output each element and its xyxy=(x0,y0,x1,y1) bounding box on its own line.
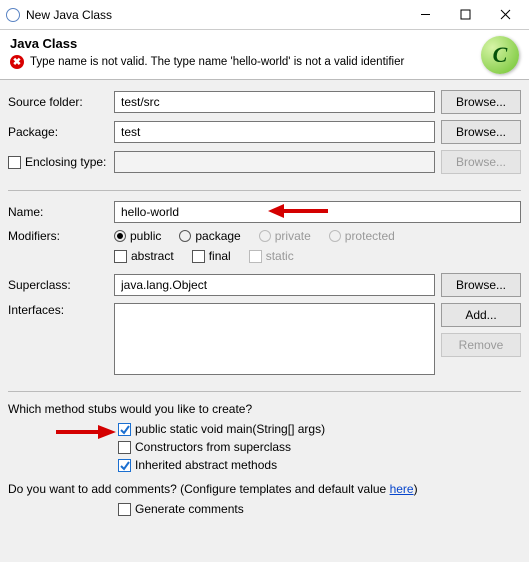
maximize-button[interactable] xyxy=(445,1,485,29)
interfaces-label: Interfaces: xyxy=(8,303,108,317)
window-titlebar: New Java Class xyxy=(0,0,529,30)
error-icon: ✖ xyxy=(10,55,24,69)
app-icon xyxy=(6,8,20,22)
enclosing-type-input xyxy=(114,151,435,173)
package-input[interactable] xyxy=(114,121,435,143)
superclass-label: Superclass: xyxy=(8,278,108,292)
modifier-static-checkbox: static xyxy=(249,249,294,263)
enclosing-type-browse-button: Browse... xyxy=(441,150,521,174)
error-message: Type name is not valid. The type name 'h… xyxy=(30,56,404,68)
source-folder-browse-button[interactable]: Browse... xyxy=(441,90,521,114)
enclosing-type-label: Enclosing type: xyxy=(25,155,106,169)
dialog-heading: Java Class xyxy=(10,36,519,51)
source-folder-input[interactable] xyxy=(114,91,435,113)
stub-main-checkbox[interactable]: public static void main(String[] args) xyxy=(118,422,521,436)
package-label: Package: xyxy=(8,125,108,139)
stub-inherited-checkbox[interactable]: Inherited abstract methods xyxy=(118,458,521,472)
superclass-browse-button[interactable]: Browse... xyxy=(441,273,521,297)
package-browse-button[interactable]: Browse... xyxy=(441,120,521,144)
source-folder-label: Source folder: xyxy=(8,95,108,109)
modifier-abstract-checkbox[interactable]: abstract xyxy=(114,249,174,263)
enclosing-type-checkbox[interactable] xyxy=(8,156,21,169)
window-title: New Java Class xyxy=(26,8,405,22)
name-label: Name: xyxy=(8,205,108,219)
modifiers-label: Modifiers: xyxy=(8,229,108,243)
modifier-final-checkbox[interactable]: final xyxy=(192,249,231,263)
interfaces-remove-button: Remove xyxy=(441,333,521,357)
modifier-protected-radio: protected xyxy=(329,229,395,243)
dialog-header: Java Class ✖ Type name is not valid. The… xyxy=(0,30,529,80)
modifier-private-radio: private xyxy=(259,229,311,243)
class-badge-icon: C xyxy=(481,36,519,74)
generate-comments-checkbox[interactable]: Generate comments xyxy=(118,502,521,516)
annotation-arrow-icon xyxy=(56,423,116,441)
close-button[interactable] xyxy=(485,1,525,29)
minimize-button[interactable] xyxy=(405,1,445,29)
interfaces-listbox[interactable] xyxy=(114,303,435,375)
modifier-public-radio[interactable]: public xyxy=(114,229,161,243)
stub-constructors-checkbox[interactable]: Constructors from superclass xyxy=(118,440,521,454)
superclass-input[interactable] xyxy=(114,274,435,296)
name-input[interactable] xyxy=(114,201,521,223)
method-stubs-question: Which method stubs would you like to cre… xyxy=(8,402,521,416)
comments-question: Do you want to add comments? (Configure … xyxy=(8,482,521,496)
interfaces-add-button[interactable]: Add... xyxy=(441,303,521,327)
configure-templates-link[interactable]: here xyxy=(390,482,414,496)
modifier-package-radio[interactable]: package xyxy=(179,229,240,243)
